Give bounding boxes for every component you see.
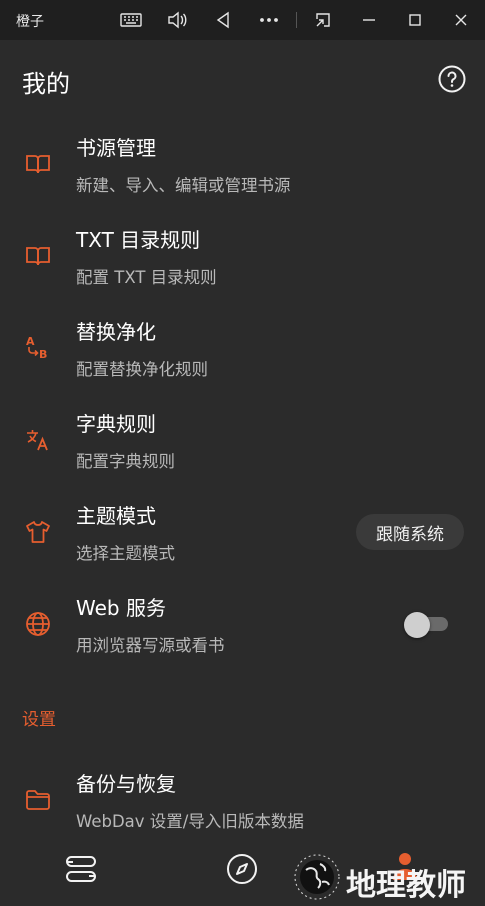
bookshelf-icon[interactable] xyxy=(64,852,98,886)
toggle-knob xyxy=(404,612,430,638)
more-icon[interactable] xyxy=(252,6,286,34)
list-item-dict-rules[interactable]: 字典规则 配置字典规则 xyxy=(0,392,485,484)
item-subtitle: WebDav 设置/导入旧版本数据 xyxy=(76,812,304,831)
item-subtitle: 新建、导入、编辑或管理书源 xyxy=(76,176,291,195)
svg-text:B: B xyxy=(39,348,47,361)
item-subtitle: 配置替换净化规则 xyxy=(76,360,208,379)
back-icon[interactable] xyxy=(206,6,240,34)
tshirt-icon xyxy=(24,518,52,546)
item-subtitle: 配置字典规则 xyxy=(76,452,175,471)
page-title: 我的 xyxy=(22,70,70,98)
folder-icon xyxy=(24,786,52,814)
replace-ab-icon: A B xyxy=(24,334,52,362)
item-subtitle: 选择主题模式 xyxy=(76,544,175,563)
watermark-text: 地理教师 xyxy=(346,868,466,903)
keyboard-icon[interactable] xyxy=(114,6,148,34)
watermark-globe-icon xyxy=(292,852,342,902)
close-icon[interactable] xyxy=(444,6,478,34)
item-subtitle: 用浏览器写源或看书 xyxy=(76,636,225,655)
help-icon[interactable] xyxy=(438,65,466,93)
item-subtitle: 配置 TXT 目录规则 xyxy=(76,268,217,287)
item-title: Web 服务 xyxy=(76,596,166,620)
compass-icon[interactable] xyxy=(225,852,259,886)
window-titlebar: 橙子 xyxy=(0,0,485,40)
section-header-settings: 设置 xyxy=(22,710,56,730)
maximize-icon[interactable] xyxy=(398,6,432,34)
volume-icon[interactable] xyxy=(160,6,194,34)
item-title: 字典规则 xyxy=(76,412,156,436)
translate-icon xyxy=(24,426,52,454)
app-bar: 我的 xyxy=(0,40,485,116)
titlebar-divider xyxy=(296,12,297,28)
list-item-book-source[interactable]: 书源管理 新建、导入、编辑或管理书源 xyxy=(0,116,485,208)
item-title: 备份与恢复 xyxy=(76,772,176,796)
item-title: 主题模式 xyxy=(76,504,156,528)
item-title: 替换净化 xyxy=(76,320,156,344)
svg-text:A: A xyxy=(26,335,35,348)
list-item-backup-restore[interactable]: 备份与恢复 WebDav 设置/导入旧版本数据 xyxy=(0,752,485,844)
window-title: 橙子 xyxy=(16,14,44,30)
list-item-replace[interactable]: A B 替换净化 配置替换净化规则 xyxy=(0,300,485,392)
book-open-icon xyxy=(24,150,52,178)
minimize-icon[interactable] xyxy=(352,6,386,34)
item-title: TXT 目录规则 xyxy=(76,228,201,252)
item-title: 书源管理 xyxy=(76,136,156,160)
pin-window-icon[interactable] xyxy=(306,6,340,34)
web-service-toggle[interactable] xyxy=(404,612,450,638)
watermark: 地理教师 xyxy=(290,852,485,903)
book-open-icon xyxy=(24,242,52,270)
globe-icon xyxy=(24,610,52,638)
list-item-txt-rules[interactable]: TXT 目录规则 配置 TXT 目录规则 xyxy=(0,208,485,300)
theme-mode-selector[interactable]: 跟随系统 xyxy=(356,514,464,550)
